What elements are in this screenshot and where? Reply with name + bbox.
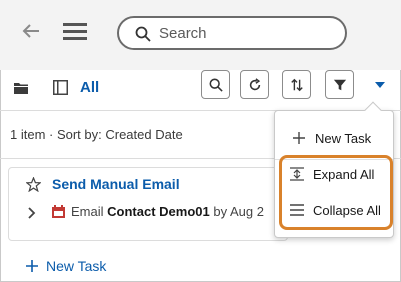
plus-icon — [26, 260, 38, 272]
back-arrow-icon — [22, 24, 39, 38]
list-view-label[interactable]: All — [80, 79, 99, 96]
search-placeholder: Search — [159, 25, 207, 42]
chevron-down-icon[interactable] — [374, 80, 386, 90]
task-contact-link[interactable]: Contact Demo01 — [107, 204, 210, 219]
search-list-button[interactable] — [201, 70, 230, 99]
back-button[interactable] — [18, 18, 44, 44]
refresh-button[interactable] — [240, 70, 269, 99]
new-task-link[interactable]: New Task — [26, 258, 106, 274]
plus-icon — [291, 130, 307, 146]
menu-item-label: New Task — [315, 130, 372, 146]
folder-icon[interactable] — [14, 82, 28, 94]
menu-item-new-task[interactable]: New Task — [275, 123, 393, 153]
highlight-box — [279, 155, 393, 230]
chevron-right-icon[interactable] — [26, 207, 38, 219]
sort-button[interactable] — [282, 70, 311, 99]
refresh-icon — [249, 77, 260, 90]
new-task-label: New Task — [46, 258, 107, 274]
calendar-icon — [52, 205, 65, 218]
search-input[interactable]: Search — [117, 16, 347, 50]
star-icon[interactable] — [26, 177, 41, 192]
task-title-link[interactable]: Send Manual Email — [52, 176, 180, 192]
search-icon — [209, 78, 223, 92]
list-view-icon[interactable] — [53, 80, 68, 95]
task-detail: Email Contact Demo01 by Aug 2 — [71, 204, 281, 219]
sort-icon — [290, 78, 303, 91]
task-type: Email — [71, 204, 104, 219]
list-meta: 1 item · Sort by: Created Date — [10, 127, 183, 142]
filter-icon — [333, 79, 346, 90]
task-due: by Aug 2 — [213, 204, 264, 219]
filter-button[interactable] — [325, 70, 354, 99]
hamburger-icon — [63, 23, 87, 40]
search-icon — [135, 26, 151, 42]
menu-button[interactable] — [62, 20, 88, 42]
